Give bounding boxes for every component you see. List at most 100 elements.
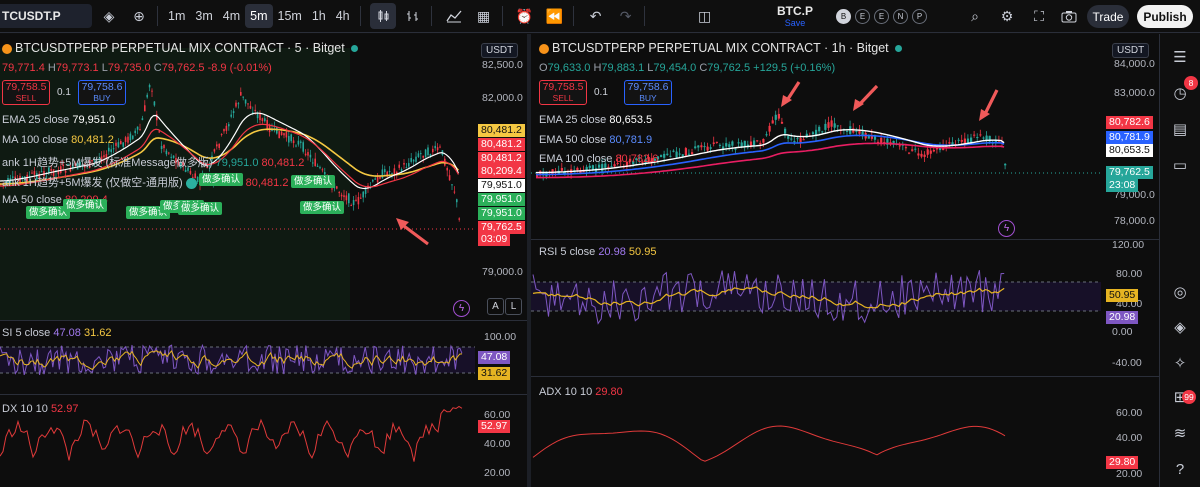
idea-icon[interactable]: ✧ (1169, 352, 1191, 374)
calendar-icon[interactable]: ▤ (1169, 118, 1191, 140)
left-chart-title[interactable]: BTCUSDTPERP PERPETUAL MIX CONTRACT · 5 ·… (2, 41, 358, 55)
candle-body (908, 152, 911, 154)
symbol-search[interactable]: TCUSDT.P (0, 4, 92, 28)
right-currency-selector[interactable]: USDT (1112, 43, 1150, 58)
auto-scale-button[interactable]: A (487, 298, 504, 315)
left-rsi-v2: 31.62 (83, 327, 112, 339)
candle-body (917, 153, 920, 156)
indicators-icon[interactable] (441, 3, 467, 29)
quick-button-2[interactable]: E (874, 9, 889, 24)
right-pane-separator[interactable] (531, 376, 1159, 377)
quick-button-3[interactable]: N (893, 9, 908, 24)
redo-icon[interactable]: ↷ (613, 3, 639, 29)
timeframe-5m[interactable]: 5m (245, 4, 273, 28)
candle-body (398, 164, 400, 168)
candle-body (290, 134, 292, 142)
left-adx-tag: 52.97 (478, 420, 511, 433)
fullscreen-icon[interactable]: ⛶ (1026, 3, 1052, 29)
broadcast-icon[interactable]: ≋ (1169, 422, 1191, 444)
target-icon[interactable]: ◎ (1169, 281, 1191, 303)
left-buy-button[interactable]: 79,758.6 BUY (78, 80, 126, 105)
left-strategy1-legend[interactable]: ank 1H趋势+5M爆发 (标准Message做多版) 79,951.0 80… (2, 154, 304, 170)
candle-body (929, 150, 932, 154)
left-ema25-legend[interactable]: EMA 25 close 79,951.0 (2, 114, 115, 126)
candle-body (1004, 163, 1007, 166)
left-adx-legend[interactable]: DX 10 10 52.97 (2, 403, 78, 415)
left-pane-separator[interactable] (0, 320, 527, 321)
right-rsi-legend[interactable]: RSI 5 close 20.98 50.95 (539, 246, 656, 258)
templates-icon[interactable]: ▦ (471, 3, 497, 29)
layout-icon[interactable]: ◫ (692, 3, 718, 29)
left-rsi-legend[interactable]: SI 5 close 47.08 31.62 (2, 327, 112, 339)
left-lightning-icon[interactable]: ϟ (453, 300, 470, 317)
timeframe-4h[interactable]: 4h (331, 4, 355, 28)
candle-body (684, 148, 687, 156)
log-scale-button[interactable]: L (505, 298, 522, 315)
right-ema100-legend[interactable]: EMA 100 close 80,782.6 (539, 153, 658, 165)
left-strategy2-legend[interactable]: ank 1H趋势+5M爆发 (仅做空-通用版) 79,951.0 80,481.… (2, 174, 288, 190)
publish-button[interactable]: Publish (1137, 5, 1193, 28)
chart-panel-right[interactable]: BTCUSDTPERP PERPETUAL MIX CONTRACT · 1h … (531, 34, 1159, 487)
right-sell-button[interactable]: 79,758.5 SELL (539, 80, 587, 105)
right-rsi-axis-120: 120.00 (1112, 239, 1145, 251)
right-ema50-legend[interactable]: EMA 50 close 80,781.9 (539, 134, 652, 146)
timeframe-3m[interactable]: 3m (190, 4, 217, 28)
bars-icon[interactable] (400, 3, 426, 29)
candle-body (278, 131, 280, 139)
right-ema25-legend[interactable]: EMA 25 close 80,653.5 (539, 114, 652, 126)
symbol-swap-icon[interactable]: ◈ (96, 3, 122, 29)
right-ema50-value: 80,781.9 (609, 134, 653, 146)
candle-body (780, 121, 784, 124)
candles-icon[interactable] (369, 3, 396, 29)
timeframe-1h[interactable]: 1h (307, 4, 331, 28)
candle-body (393, 168, 396, 175)
candle-body (765, 134, 768, 136)
right-pane-separator[interactable] (531, 239, 1159, 240)
watchlist-icon[interactable]: ☰ (1169, 46, 1191, 68)
candle-body (734, 148, 737, 150)
add-symbol-icon[interactable]: ⊕ (126, 3, 152, 29)
trade-button[interactable]: Trade (1087, 5, 1129, 28)
candle-body (432, 148, 434, 153)
right-rsi-axis-0: 0.00 (1112, 326, 1133, 338)
right-buy-button[interactable]: 79,758.6 BUY (624, 80, 672, 105)
help-icon[interactable]: ? (1169, 458, 1191, 480)
signal-label: 做多确认 (199, 173, 244, 186)
left-adx-axis-20: 20.00 (484, 467, 511, 479)
right-adx-value: 29.80 (595, 386, 623, 398)
right-spread: 0.1 (594, 87, 608, 98)
left-pane-separator[interactable] (0, 394, 527, 395)
candle-body (348, 193, 350, 204)
toolbar-divider (643, 6, 645, 26)
left-sell-button[interactable]: 79,758.5 SELL (2, 80, 50, 105)
left-ema100-legend[interactable]: MA 100 close 80,481.2 (2, 134, 114, 146)
candle-body (458, 218, 460, 220)
timeframe-15m[interactable]: 15m (273, 4, 307, 28)
settings-icon[interactable]: ⚙ (994, 3, 1020, 29)
left-strategy1-v2: 80,481.2 (261, 157, 305, 169)
right-chart-title[interactable]: BTCUSDTPERP PERPETUAL MIX CONTRACT · 1h … (539, 41, 902, 55)
layout-name[interactable]: BTC.P Save (765, 4, 825, 28)
quick-button-4[interactable]: P (912, 9, 927, 24)
chart-panel-left[interactable]: BTCUSDTPERP PERPETUAL MIX CONTRACT · 5 ·… (0, 34, 527, 487)
left-currency-selector[interactable]: USDT (481, 43, 519, 58)
undo-icon[interactable]: ↶ (583, 3, 609, 29)
candle-body (256, 113, 259, 119)
candle-body (706, 146, 709, 151)
layers-icon[interactable]: ◈ (1169, 316, 1191, 338)
right-adx-legend[interactable]: ADX 10 10 29.80 (539, 386, 623, 398)
candle-body (756, 140, 759, 142)
quick-button-0[interactable]: B (836, 9, 851, 24)
adx-line (532, 425, 1006, 462)
timeframe-1m[interactable]: 1m (163, 4, 190, 28)
quick-search-icon[interactable]: ⌕ (962, 3, 988, 29)
replay-icon[interactable]: ⏪ (542, 3, 568, 29)
quick-button-1[interactable]: E (855, 9, 870, 24)
timeframe-4m[interactable]: 4m (218, 4, 245, 28)
right-lightning-icon[interactable]: ϟ (998, 220, 1015, 237)
left-ohlc-high: 79,773.1 (55, 62, 99, 74)
chat-icon[interactable]: ▭ (1169, 154, 1191, 176)
camera-icon[interactable] (1056, 3, 1082, 29)
right-ohlc-o-key: O (539, 62, 548, 74)
alert-icon[interactable]: ⏰ (512, 3, 538, 29)
